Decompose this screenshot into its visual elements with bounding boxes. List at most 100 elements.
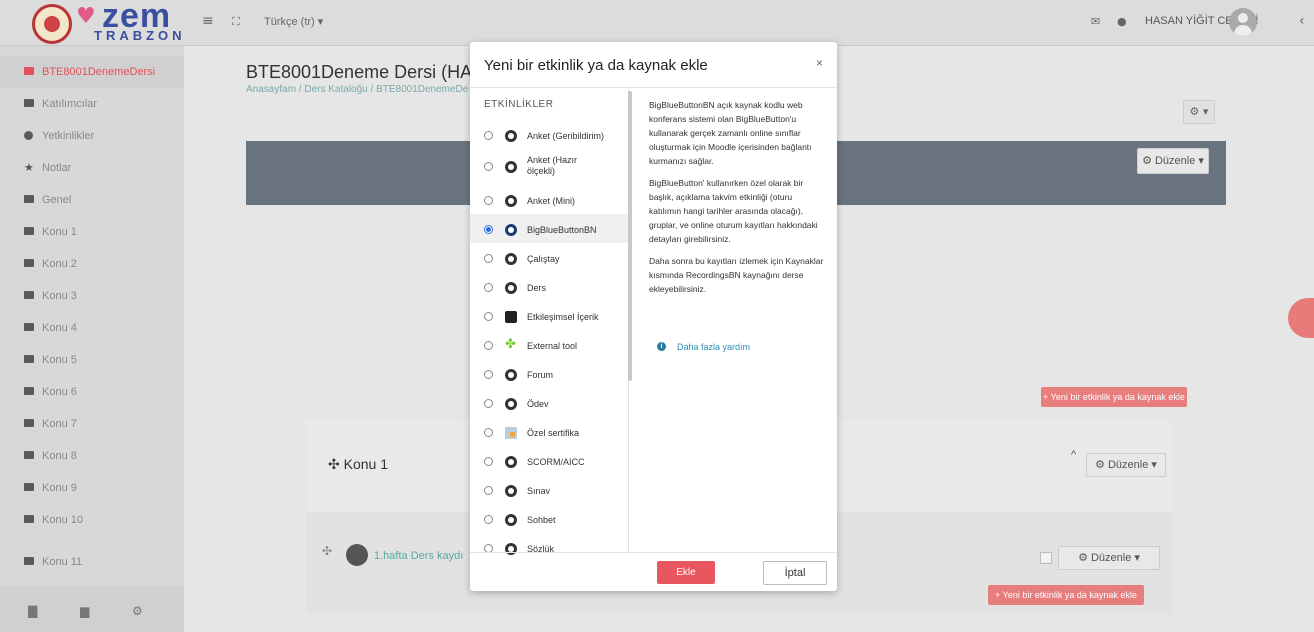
sidebar-item-topic-11[interactable]: Konu 11 [0, 546, 184, 578]
add-activity-button[interactable]: + Yeni bir etkinlik ya da kaynak ekle [1041, 387, 1187, 407]
module-label: Anket (Hazır ölçekli) [527, 155, 578, 176]
sidebar-item-label: Notlar [42, 162, 72, 174]
add-activity-button[interactable]: + Yeni bir etkinlik ya da kaynak ekle [988, 585, 1144, 605]
description-paragraph: BigBlueButtonBN açık kaynak kodlu web ko… [649, 100, 812, 166]
radio[interactable] [484, 196, 493, 205]
sidebar-item-topic-5[interactable]: Konu 5 [0, 344, 184, 376]
language-menu[interactable]: Türkçe (tr) ▾ [264, 15, 323, 28]
folder-icon [24, 291, 34, 299]
sidebar-item-course[interactable]: BTE8001DenemeDersi [0, 56, 184, 88]
module-option[interactable]: Anket (Geribildirim) [470, 120, 628, 149]
sidebar-item-label: Konu 3 [42, 290, 77, 302]
section-edit-button[interactable]: ⚙ Düzenle ▾ [1086, 453, 1166, 477]
sidebar-item-grades[interactable]: ★ Notlar [0, 152, 184, 184]
scorm-icon [505, 456, 517, 468]
sidebar-item-label: BTE8001DenemeDersi [42, 66, 156, 78]
avatar[interactable] [1229, 8, 1257, 36]
module-label: Ödev [527, 399, 549, 409]
sidebar-item-competencies[interactable]: Yetkinlikler [0, 120, 184, 152]
radio-selected[interactable] [484, 225, 493, 234]
site-logo[interactable]: ♥ zem TRABZON [30, 0, 190, 44]
bigbluebutton-icon [346, 544, 368, 566]
module-option[interactable]: Anket (Mini) [470, 185, 628, 214]
sidebar-item-label: Konu 10 [42, 514, 83, 526]
sidebar-item-label: Konu 11 [42, 556, 83, 568]
breadcrumb[interactable]: Anasayfam / Ders Kataloğu / BTE8001Denem… [246, 84, 468, 95]
module-option[interactable]: Forum [470, 359, 628, 388]
activity-checkbox[interactable] [1040, 552, 1052, 564]
sidebar-item-topic-1[interactable]: Konu 1 [0, 216, 184, 248]
sidebar-item-participants[interactable]: Katılımcılar [0, 88, 184, 120]
cancel-button[interactable]: İptal [763, 561, 827, 585]
add-button[interactable]: Ekle [657, 561, 715, 584]
sidebar-item-topic-10[interactable]: Konu 10 [0, 504, 184, 536]
folder-icon [24, 451, 34, 459]
activity-link[interactable]: 1.hafta Ders kaydı [374, 550, 463, 562]
section-title[interactable]: ✣ Konu 1 [328, 456, 388, 473]
activity-edit-button[interactable]: ⚙ Düzenle ▾ [1058, 546, 1160, 570]
sidebar-item-general[interactable]: Genel [0, 184, 184, 216]
radio[interactable] [484, 312, 493, 321]
module-option[interactable]: Özel sertifika [470, 417, 628, 446]
document-icon[interactable]: ▇ [28, 604, 37, 618]
star-icon: ★ [24, 161, 34, 174]
gear-icon[interactable]: ⚙ [132, 604, 143, 618]
hamburger-menu-icon[interactable]: ≡ [202, 13, 214, 29]
module-option[interactable]: ✤ External tool [470, 330, 628, 359]
collapse-icon[interactable]: ^ [1071, 449, 1076, 461]
quiz-icon [505, 485, 517, 497]
radio[interactable] [484, 341, 493, 350]
scrollbar[interactable] [628, 91, 632, 381]
forum-icon [505, 369, 517, 381]
radio[interactable] [484, 162, 493, 171]
module-option[interactable]: Anket (Hazır ölçekli) [470, 149, 628, 185]
sidebar-item-topic-8[interactable]: Konu 8 [0, 440, 184, 472]
radio[interactable] [484, 428, 493, 437]
radio[interactable] [484, 283, 493, 292]
sidebar-item-topic-3[interactable]: Konu 3 [0, 280, 184, 312]
module-option[interactable]: Ödev [470, 388, 628, 417]
radio[interactable] [484, 131, 493, 140]
banner-edit-button[interactable]: ⚙ Düzenle ▾ [1137, 148, 1209, 174]
heart-logo-icon: ♥ [76, 4, 96, 29]
sidebar-item-topic-4[interactable]: Konu 4 [0, 312, 184, 344]
messages-icon[interactable]: ✉ [1091, 15, 1100, 28]
module-description: BigBlueButtonBN açık kaynak kodlu web ko… [649, 98, 825, 304]
folder-icon [24, 419, 34, 427]
notifications-icon[interactable]: ● [1117, 15, 1127, 28]
sidebar-item-topic-7[interactable]: Konu 7 [0, 408, 184, 440]
sidebar-item-topic-6[interactable]: Konu 6 [0, 376, 184, 408]
module-label: Çalıştay [527, 254, 560, 264]
module-label: Sınav [527, 486, 551, 496]
info-icon: i [657, 342, 666, 351]
radio[interactable] [484, 370, 493, 379]
module-label: Forum [527, 370, 554, 380]
module-option[interactable]: Çalıştay [470, 243, 628, 272]
sidebar-item-label: Katılımcılar [42, 98, 98, 110]
users-icon [24, 99, 34, 107]
module-option-selected[interactable]: BigBlueButtonBN [470, 214, 628, 243]
help-link[interactable]: i Daha fazla yardım [657, 342, 750, 352]
navbar: ♥ zem TRABZON ≡ ⛶ Türkçe (tr) ▾ ✉ ● HASA… [0, 0, 1314, 46]
sidebar-item-topic-2[interactable]: Konu 2 [0, 248, 184, 280]
course-settings-button[interactable]: ⚙ ▾ [1183, 100, 1215, 124]
module-option[interactable]: Sohbet [470, 504, 628, 533]
module-option[interactable]: Ders [470, 272, 628, 301]
chevron-left-icon[interactable]: ‹ [1299, 13, 1305, 29]
radio[interactable] [484, 399, 493, 408]
radio[interactable] [484, 457, 493, 466]
radio[interactable] [484, 254, 493, 263]
modal-footer: Ekle İptal [470, 552, 837, 591]
course-icon[interactable]: ▆ [80, 604, 89, 618]
module-option[interactable]: Sınav [470, 475, 628, 504]
close-icon[interactable]: × [816, 56, 823, 70]
move-icon[interactable]: ✣ [322, 544, 332, 558]
fullscreen-icon[interactable]: ⛶ [232, 15, 240, 29]
radio[interactable] [484, 515, 493, 524]
module-option[interactable]: SCORM/AICC [470, 446, 628, 475]
logo-subtext: TRABZON [94, 28, 186, 43]
sidebar-item-topic-9[interactable]: Konu 9 [0, 472, 184, 504]
radio[interactable] [484, 486, 493, 495]
sidebar-item-label: Konu 7 [42, 418, 77, 430]
module-option[interactable]: Etkileşimsel İçerik [470, 301, 628, 330]
